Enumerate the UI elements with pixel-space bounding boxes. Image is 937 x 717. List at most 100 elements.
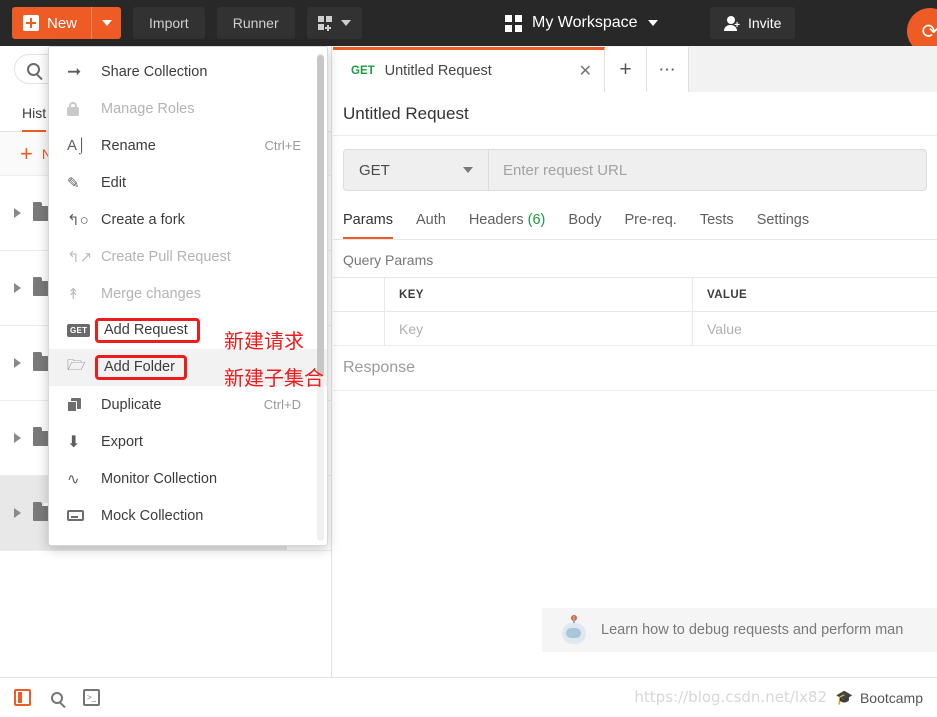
menu-item-label: Export xyxy=(101,433,143,450)
query-params-title: Query Params xyxy=(343,252,434,268)
pull-request-icon: ↰↗ xyxy=(67,248,93,266)
tab-auth[interactable]: Auth xyxy=(416,204,446,239)
search-icon[interactable] xyxy=(51,691,63,704)
menu-item-share-collection[interactable]: ➞ Share Collection xyxy=(49,53,327,90)
fork-icon: ↰○ xyxy=(67,211,89,229)
menu-item-mock-collection[interactable]: Mock Collection xyxy=(49,497,327,534)
sidebar-tab-history[interactable]: Hist xyxy=(22,92,47,132)
query-params-table: KEY VALUE Key Value xyxy=(333,277,937,346)
value-input[interactable]: Value xyxy=(707,321,742,337)
triangle-right-icon[interactable] xyxy=(14,433,21,443)
close-icon[interactable]: ✕ xyxy=(579,61,592,81)
plus-square-icon xyxy=(23,15,39,31)
console-icon[interactable]: >_ xyxy=(83,689,100,706)
triangle-right-icon[interactable] xyxy=(14,283,21,293)
request-tab[interactable]: GET Untitled Request ✕ xyxy=(333,47,605,92)
workspace-selector[interactable]: My Workspace xyxy=(505,0,658,46)
tab-headers-label: Headers xyxy=(468,212,524,228)
lock-icon xyxy=(67,101,101,116)
workspace-label: My Workspace xyxy=(532,14,638,31)
menu-item-create-pull-request: ↰↗ Create Pull Request xyxy=(49,238,327,275)
grid-icon xyxy=(505,14,522,32)
request-tabstrip: GET Untitled Request ✕ + ⋯ xyxy=(333,46,937,92)
menu-item-create-fork[interactable]: ↰○ Create a fork xyxy=(49,201,327,238)
new-button-label: New xyxy=(47,14,78,32)
menu-item-label: Mock Collection xyxy=(101,507,204,524)
triangle-right-icon[interactable] xyxy=(14,508,21,518)
menu-item-duplicate[interactable]: Duplicate Ctrl+D xyxy=(49,386,327,423)
new-tab-icon xyxy=(317,16,334,31)
checkbox-column-header xyxy=(333,277,385,312)
key-input[interactable]: Key xyxy=(399,321,423,337)
tab-pre-request[interactable]: Pre-req. xyxy=(624,204,676,239)
invite-label: Invite xyxy=(748,15,782,31)
request-section-tabs: Params Auth Headers (6) Body Pre-req. Te… xyxy=(333,204,937,240)
menu-item-label: Add Folder xyxy=(95,355,187,380)
sidebar-toggle-icon[interactable] xyxy=(14,689,31,706)
menu-item-rename[interactable]: A⌡ Rename Ctrl+E xyxy=(49,127,327,164)
url-bar: GET Enter request URL xyxy=(333,136,937,204)
chevron-down-icon xyxy=(647,20,658,26)
row-checkbox[interactable] xyxy=(333,311,385,346)
search-icon xyxy=(27,62,40,76)
request-tab-method: GET xyxy=(351,65,375,77)
tab-headers-badge: (6) xyxy=(527,212,546,228)
url-placeholder: Enter request URL xyxy=(503,161,628,179)
tab-headers[interactable]: Headers (6) xyxy=(469,204,546,239)
menu-item-edit[interactable]: ✎ Edit xyxy=(49,164,327,201)
plus-icon: + xyxy=(20,140,33,166)
method-selector[interactable]: GET xyxy=(343,149,488,191)
mock-icon xyxy=(67,510,101,521)
menu-item-export[interactable]: ⬇ Export xyxy=(49,423,327,460)
sync-icon: ⟳ xyxy=(921,20,937,43)
monitor-icon: ∿ xyxy=(67,470,80,488)
tabstrip-more-button[interactable]: ⋯ xyxy=(647,47,689,92)
menu-item-monitor-collection[interactable]: ∿ Monitor Collection xyxy=(49,460,327,497)
chevron-down-icon xyxy=(340,20,351,26)
menu-item-merge-changes: ↟ Merge changes xyxy=(49,275,327,312)
invite-button[interactable]: + Invite xyxy=(710,7,796,39)
watermark-text: https://blog.csdn.net/lx82 xyxy=(634,688,827,706)
new-request-tab-button[interactable]: + xyxy=(605,47,647,92)
main-panel: GET Untitled Request ✕ + ⋯ Untitled Requ… xyxy=(333,46,937,677)
menu-item-label: Edit xyxy=(101,174,126,191)
table-row[interactable]: Key Value xyxy=(333,311,937,346)
triangle-right-icon[interactable] xyxy=(14,358,21,368)
menu-item-label: Merge changes xyxy=(101,285,201,302)
tab-settings[interactable]: Settings xyxy=(757,204,809,239)
download-icon: ⬇ xyxy=(67,433,81,451)
column-header-value: VALUE xyxy=(707,288,748,301)
context-menu-scrollbar[interactable] xyxy=(317,53,324,541)
triangle-right-icon[interactable] xyxy=(14,208,21,218)
response-title: Response xyxy=(333,346,937,391)
menu-item-label: Create Pull Request xyxy=(101,248,231,265)
menu-item-label: Create a fork xyxy=(101,211,185,228)
menu-item-label: Rename xyxy=(101,137,156,154)
share-arrow-icon: ➞ xyxy=(67,61,82,81)
table-header-row: KEY VALUE xyxy=(333,277,937,312)
new-button[interactable]: New xyxy=(12,7,122,39)
menu-item-shortcut: Ctrl+E xyxy=(264,138,301,153)
runner-button[interactable]: Runner xyxy=(216,7,295,39)
new-dropdown-button[interactable] xyxy=(91,7,121,39)
annotation-add-request: 新建请求 xyxy=(224,329,304,353)
status-bar: >_ https://blog.csdn.net/lx82 🎓 Bootcamp xyxy=(0,677,937,717)
hint-text: Learn how to debug requests and perform … xyxy=(601,622,904,638)
new-button-main[interactable]: New xyxy=(12,7,91,39)
menu-item-label: Share Collection xyxy=(101,63,208,80)
chevron-down-icon xyxy=(101,20,112,26)
url-input[interactable]: Enter request URL xyxy=(488,149,927,191)
collection-context-menu: ➞ Share Collection Manage Roles A⌡ Renam… xyxy=(48,46,328,546)
new-tab-button[interactable] xyxy=(306,7,362,39)
learning-hint-banner[interactable]: Learn how to debug requests and perform … xyxy=(542,608,937,652)
method-label: GET xyxy=(359,161,390,179)
bootcamp-button[interactable]: 🎓 Bootcamp xyxy=(836,689,923,706)
duplicate-icon xyxy=(67,397,101,412)
tab-params[interactable]: Params xyxy=(343,204,393,239)
tab-tests[interactable]: Tests xyxy=(700,204,734,239)
import-button[interactable]: Import xyxy=(133,7,205,39)
top-toolbar: New Import Runner My Workspace + Invite … xyxy=(0,0,937,54)
plus-icon: + xyxy=(619,57,632,81)
tab-body[interactable]: Body xyxy=(568,204,601,239)
menu-item-label: Duplicate xyxy=(101,396,162,413)
